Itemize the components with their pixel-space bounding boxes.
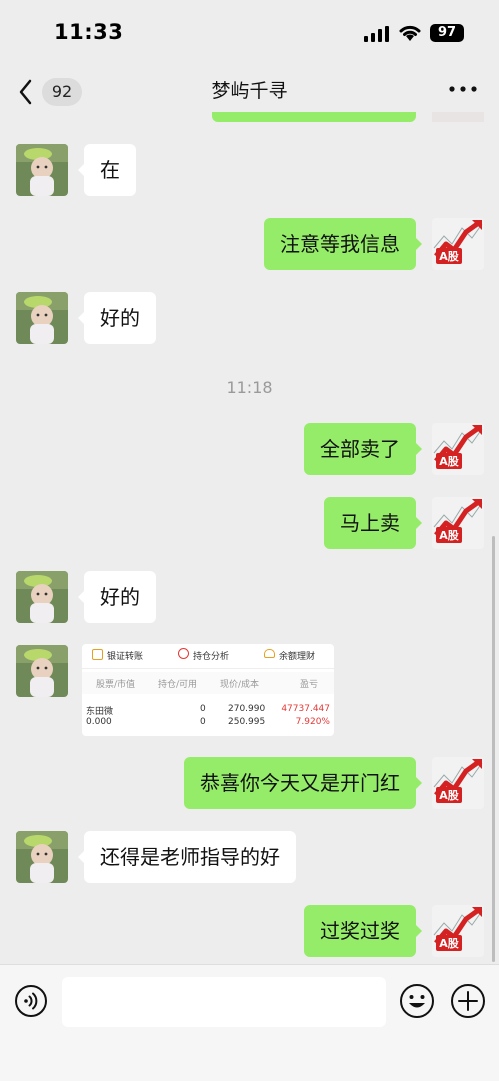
- outgoing-message[interactable]: 马上卖: [324, 497, 422, 549]
- pnl-percent: 7.920%: [295, 717, 330, 727]
- market-value: 0.000: [86, 717, 112, 727]
- card-table-row: 东田微 0.000 0 0 270.990 250.995 47737.447 …: [82, 702, 334, 732]
- message-input[interactable]: [62, 977, 386, 1027]
- battery-indicator: 97: [430, 24, 464, 42]
- plus-icon[interactable]: [450, 983, 486, 1019]
- header-pnl: 盈亏: [300, 680, 319, 690]
- my-avatar[interactable]: [432, 757, 484, 809]
- previous-message-bubble: [212, 112, 416, 122]
- card-tab: 余额理财: [279, 652, 316, 662]
- my-avatar[interactable]: [432, 497, 484, 549]
- cost-price: 250.995: [228, 717, 266, 727]
- outgoing-message[interactable]: 注意等我信息: [264, 218, 422, 270]
- outgoing-message[interactable]: 过奖过奖: [304, 905, 422, 957]
- signal-icon: [364, 26, 389, 42]
- contact-avatar[interactable]: [16, 144, 68, 196]
- scrollbar[interactable]: [492, 536, 495, 962]
- available-qty: 0: [200, 717, 206, 727]
- my-avatar[interactable]: [432, 218, 484, 270]
- chat-title: 梦屿千寻: [211, 80, 288, 102]
- status-time: 11:33: [54, 20, 124, 44]
- wealth-icon: [264, 649, 275, 658]
- header-hold: 持仓/可用: [158, 680, 198, 690]
- card-tab: 持仓分析: [193, 652, 230, 662]
- my-avatar[interactable]: [432, 905, 484, 957]
- incoming-message[interactable]: 好的: [78, 292, 156, 344]
- emoji-icon[interactable]: [399, 983, 435, 1019]
- chat-header: 92 梦屿千寻: [0, 66, 499, 116]
- my-avatar-partial: [432, 112, 484, 122]
- my-avatar[interactable]: [432, 423, 484, 475]
- contact-avatar[interactable]: [16, 292, 68, 344]
- message-timestamp: 11:18: [226, 378, 273, 397]
- hold-qty: 0: [200, 704, 206, 714]
- contact-avatar[interactable]: [16, 645, 68, 697]
- voice-icon[interactable]: [14, 984, 48, 1018]
- incoming-message[interactable]: 好的: [78, 571, 156, 623]
- card-tab-bar: 银证转账 持仓分析 余额理财: [82, 644, 334, 669]
- incoming-message[interactable]: 还得是老师指导的好: [78, 831, 296, 883]
- contact-avatar[interactable]: [16, 571, 68, 623]
- more-icon[interactable]: [446, 76, 480, 102]
- analysis-icon: [178, 648, 189, 659]
- shared-image-message[interactable]: 银证转账 持仓分析 余额理财 股票/市值 持仓/可用 现价/成本 盈亏 东田微 …: [82, 644, 334, 736]
- stock-name: 东田微: [86, 707, 114, 717]
- pnl-amount: 47737.447: [281, 704, 330, 714]
- transfer-icon: [92, 649, 103, 660]
- wifi-icon: [399, 25, 421, 41]
- outgoing-message[interactable]: 恭喜你今天又是开门红: [184, 757, 422, 809]
- header-price: 现价/成本: [220, 680, 260, 690]
- card-table-header: 股票/市值 持仓/可用 现价/成本 盈亏: [82, 672, 334, 694]
- header-stock: 股票/市值: [96, 680, 136, 690]
- current-price: 270.990: [228, 704, 266, 714]
- contact-avatar[interactable]: [16, 831, 68, 883]
- status-bar: 11:33 97: [0, 0, 499, 66]
- input-bar: [0, 964, 499, 1081]
- outgoing-message[interactable]: 全部卖了: [304, 423, 422, 475]
- incoming-message[interactable]: 在: [78, 144, 136, 196]
- card-tab: 银证转账: [107, 652, 144, 662]
